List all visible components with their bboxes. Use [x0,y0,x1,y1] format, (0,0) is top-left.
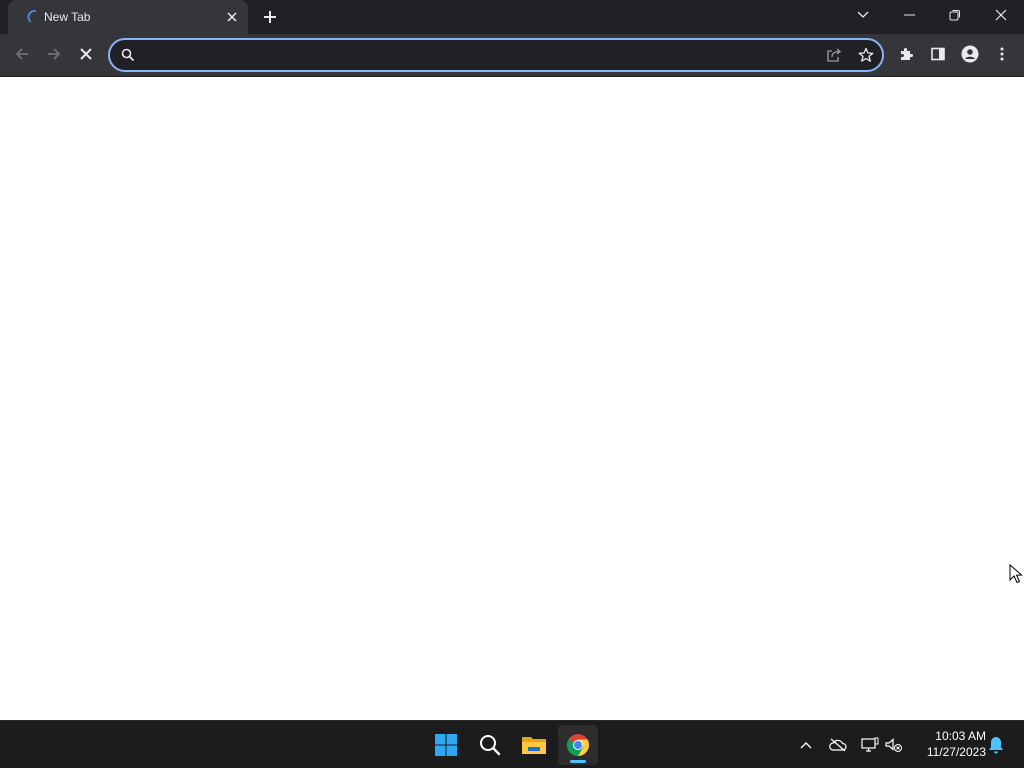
profile-button[interactable] [956,40,984,68]
tab-close-button[interactable] [224,9,240,25]
active-app-indicator [570,760,586,763]
browser-tab-active[interactable]: New Tab [8,0,248,34]
file-explorer-button[interactable] [514,725,554,765]
forward-arrow-icon [48,48,61,60]
volume-muted-icon [885,738,902,752]
forward-button[interactable] [40,40,68,68]
onedrive-tray-button[interactable] [828,735,848,755]
windows-start-icon [435,734,457,756]
chrome-menu-button[interactable] [988,40,1016,68]
loading-spinner-icon [27,9,43,25]
restore-icon [949,10,960,21]
close-window-button[interactable] [978,0,1024,30]
address-input[interactable] [142,44,802,66]
kebab-menu-icon [1000,47,1004,61]
stop-loading-button[interactable] [72,40,100,68]
chrome-taskbar-button[interactable] [558,725,598,765]
show-hidden-icons-button[interactable] [796,735,816,755]
minimize-icon [903,14,915,16]
restore-button[interactable] [932,0,978,30]
browser-title-bar: New Tab [0,0,1024,34]
taskbar-clock[interactable]: 10:03 AM 11/27/2023 [914,728,986,760]
side-panel-icon [931,47,945,61]
minimize-button[interactable] [886,0,932,30]
share-button[interactable] [824,45,844,65]
extensions-icon [901,48,913,60]
windows-taskbar: 10:03 AM 11/27/2023 [0,720,1024,768]
bookmark-button[interactable] [856,45,876,65]
start-button[interactable] [426,725,466,765]
side-panel-button[interactable] [924,40,952,68]
volume-tray-button[interactable] [884,735,904,755]
search-icon [480,735,501,756]
taskbar-search-button[interactable] [470,725,510,765]
close-icon [995,9,1007,21]
file-explorer-icon [522,737,546,754]
close-icon [227,12,237,22]
extensions-button[interactable] [892,40,920,68]
profile-icon [961,45,979,63]
chrome-icon [567,734,589,756]
back-arrow-icon [15,48,28,60]
network-icon [861,737,879,752]
mouse-cursor-icon [1009,564,1023,584]
new-tab-button[interactable] [258,5,282,29]
search-icon [120,47,136,63]
share-icon [827,48,842,62]
stop-icon [80,48,92,60]
back-button[interactable] [8,40,36,68]
notifications-button[interactable] [986,735,1006,755]
address-bar[interactable] [108,38,884,72]
chevron-down-icon [857,11,869,18]
clock-date: 11/27/2023 [926,745,986,759]
star-icon [858,47,874,62]
network-tray-button[interactable] [860,735,880,755]
chevron-up-icon [800,742,812,749]
bell-icon [989,737,1003,754]
onedrive-icon [829,738,847,752]
tab-search-button[interactable] [840,0,886,30]
browser-toolbar [0,34,1024,77]
tab-title: New Tab [44,10,91,24]
page-content [0,77,1024,720]
plus-icon [264,11,276,23]
clock-time: 10:03 AM [935,729,986,743]
